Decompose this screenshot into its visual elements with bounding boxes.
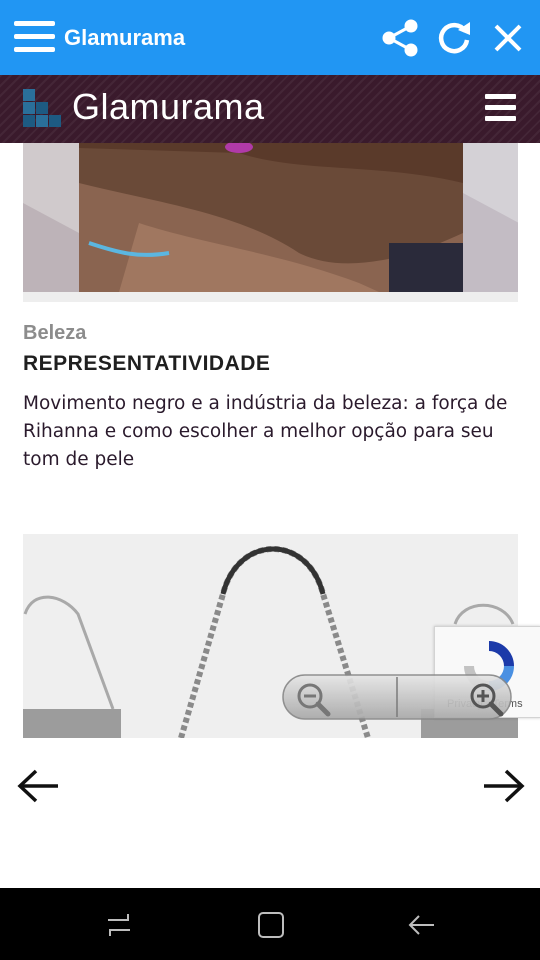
close-icon[interactable]: [488, 18, 528, 58]
system-navigation-bar: [0, 888, 540, 960]
app-toolbar: Glamurama: [0, 0, 540, 75]
arrow-right-icon[interactable]: [482, 768, 526, 804]
image-edge-left: [23, 143, 79, 292]
app-title: Glamurama: [64, 25, 186, 50]
home-icon[interactable]: [256, 910, 286, 940]
hero-photo: [79, 143, 463, 292]
arrow-left-icon[interactable]: [16, 768, 60, 804]
hamburger-menu-icon[interactable]: [485, 93, 517, 123]
site-header: Glamurama: [0, 75, 540, 143]
article-headline[interactable]: Movimento negro e a indústria da beleza:…: [23, 390, 523, 474]
image-edge-right: [463, 143, 518, 292]
menu-icon[interactable]: [14, 19, 56, 55]
refresh-icon[interactable]: [434, 18, 474, 58]
recents-icon[interactable]: [104, 910, 134, 940]
article-category[interactable]: Beleza: [23, 322, 86, 345]
share-icon[interactable]: [380, 18, 420, 58]
site-brand[interactable]: Glamurama: [72, 86, 265, 128]
image-caption-bar: [23, 292, 518, 302]
glamurama-logo[interactable]: [23, 89, 61, 127]
article-image[interactable]: [23, 143, 518, 292]
zoom-controls: [282, 674, 512, 720]
back-icon[interactable]: [406, 910, 436, 940]
article-kicker: REPRESENTATIVIDADE: [23, 352, 271, 375]
